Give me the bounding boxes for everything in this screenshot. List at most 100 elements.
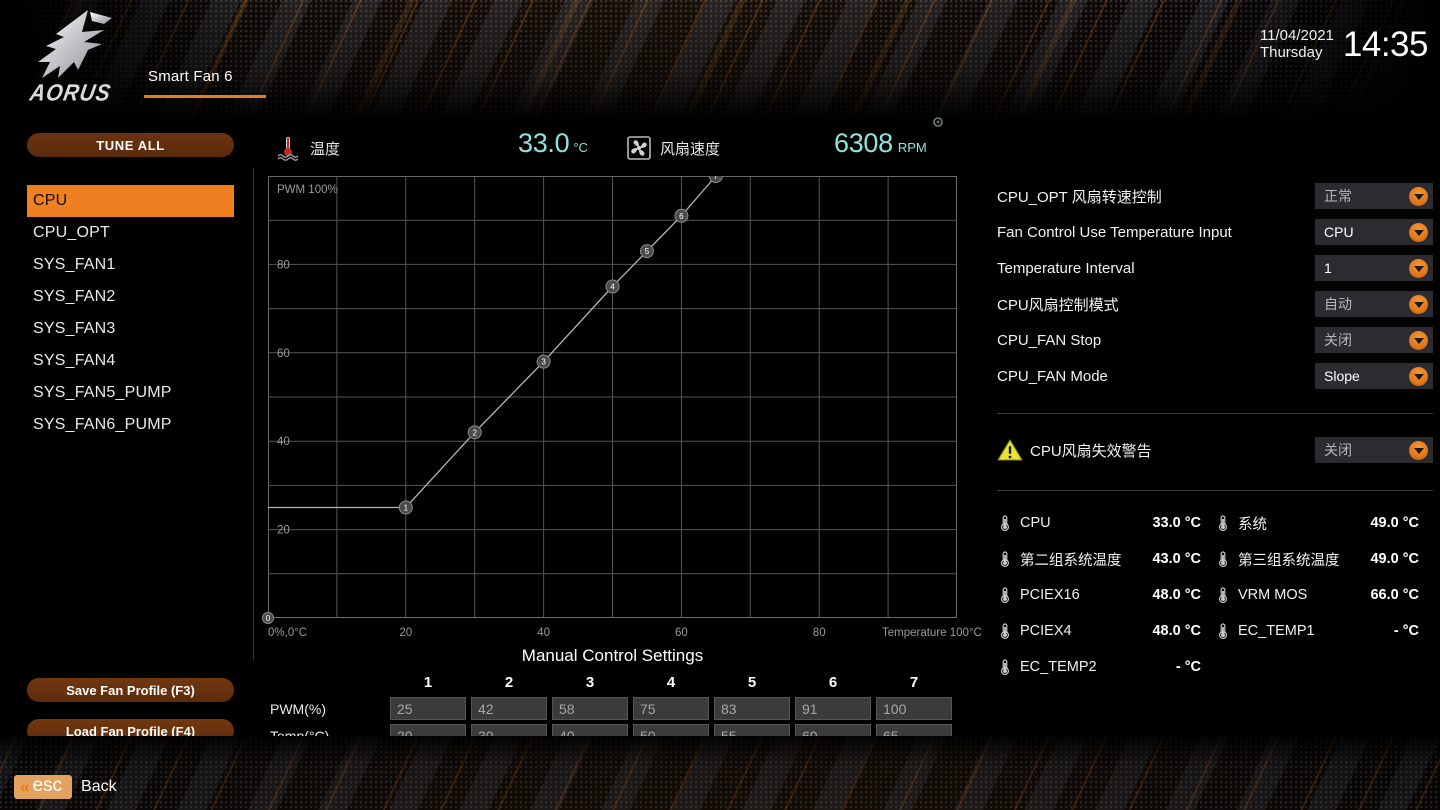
sensor-name: EC_TEMP1 [1238,623,1315,639]
curve-point-label: 4 [610,283,615,292]
fan-speed-value: 6308 [834,128,893,158]
column-header-1: 1 [423,674,433,691]
chevron-down-icon[interactable] [1409,222,1428,242]
setting-row-cpu-fan-stop[interactable]: CPU_FAN Stop 关闭 [997,322,1433,358]
chevron-down-icon[interactable] [1409,440,1428,460]
thermometer-small-icon [1000,587,1010,604]
dropdown-cpu-fan-mode[interactable]: Slope [1315,363,1433,389]
manual-control-title: Manual Control Settings [521,646,704,665]
chart-y-tick: 80 [277,259,290,271]
clock-widget: 11/04/2021 Thursday 14:35 [1259,26,1429,62]
fan-curve-chart[interactable]: 1 2 3 4 5 6 7 PWM 100% 20 40 60 80 0%,0°C 20 40 60 8… [262,176,982,639]
fan-speed-label: 风扇速度 [660,140,721,158]
column-header-7: 7 [909,674,919,691]
sidebar-item-sys-fan3[interactable]: SYS_FAN3 [27,313,234,345]
thermometer-small-icon [1000,551,1010,568]
setting-row-fan-fail-warning[interactable]: CPU风扇失效警告 关闭 [997,430,1433,470]
sidebar-item-cpu[interactable]: CPU [27,185,234,217]
setting-row-cpu-fan-mode[interactable]: CPU_FAN Mode Slope [997,358,1433,394]
pwm-input-6[interactable]: 91 [795,697,871,720]
sidebar-item-cpu-opt[interactable]: CPU_OPT [27,217,234,249]
sensor-system-3: 第三组系统温度 49.0 °C [1215,541,1433,577]
chevron-down-icon[interactable] [1409,186,1428,206]
thermometer-small-icon [1218,623,1228,640]
tab-active-underline [144,95,266,98]
pwm-input-1[interactable]: 25 [390,697,466,720]
sidebar-item-sys-fan4[interactable]: SYS_FAN4 [27,345,234,377]
chevron-down-icon[interactable] [1409,294,1428,314]
dropdown-value-temperature-interval: 1 [1324,260,1332,276]
curve-point-label: 2 [472,428,477,437]
sensor-name: EC_TEMP2 [1020,659,1097,675]
settings-panel: CPU_OPT 风扇转速控制 正常 Fan Control Use Temper… [997,178,1433,685]
chevron-down-icon[interactable] [1409,258,1428,278]
setting-label-cpu-fan-stop: CPU_FAN Stop [997,331,1102,349]
tune-all-button[interactable]: TUNE ALL [27,133,234,157]
column-header-5: 5 [747,674,757,691]
setting-row-temp-input[interactable]: Fan Control Use Temperature Input CPU [997,214,1433,250]
sensor-ec-temp1: EC_TEMP1 - °C [1215,613,1433,649]
sensor-value: 43.0 °C [1152,551,1201,567]
setting-label-temp-input: Fan Control Use Temperature Input [997,223,1232,241]
setting-label-temperature-interval: Temperature Interval [997,259,1135,277]
dropdown-temp-input[interactable]: CPU [1315,219,1433,245]
dropdown-value-cpu-fan-control-mode: 自动 [1324,296,1352,312]
esc-key-pill[interactable]: « esc [14,775,73,799]
sensor-pciex16: PCIEX16 48.0 °C [997,577,1215,613]
fan-speed-value-group: 6308 RPM [834,117,944,168]
pwm-row-label: PWM(%) [270,700,326,717]
tab-smart-fan-6[interactable]: Smart Fan 6 [148,68,233,85]
pwm-input-4[interactable]: 75 [633,697,709,720]
esc-back-button[interactable]: « esc Back [14,775,117,799]
sensor-name: 第三组系统温度 [1238,552,1340,569]
chart-y-tick: 20 [277,525,290,537]
chevron-down-icon[interactable] [1409,330,1428,350]
sensor-ec-temp2: EC_TEMP2 - °C [997,649,1215,685]
sidebar-item-sys-fan6-pump[interactable]: SYS_FAN6_PUMP [27,409,234,441]
sensor-value: - °C [1393,623,1419,639]
chart-y-tick: 60 [277,348,290,360]
curve-point-label: 5 [645,247,650,256]
sensor-vrm-mos: VRM MOS 66.0 °C [1215,577,1433,613]
dropdown-fan-fail-warning[interactable]: 关闭 [1315,437,1433,463]
dropdown-value-cpu-fan-stop: 关闭 [1324,332,1352,348]
save-fan-profile-button[interactable]: Save Fan Profile (F3) [27,678,234,702]
dropdown-temperature-interval[interactable]: 1 [1315,255,1433,281]
pwm-input-3[interactable]: 58 [552,697,628,720]
pwm-input-7[interactable]: 100 [876,697,952,720]
chart-y-tick: 40 [277,436,290,448]
curve-point-label: 3 [541,358,546,367]
pwm-input-5[interactable]: 83 [714,697,790,720]
curve-point-label: 6 [679,212,684,221]
dropdown-cpu-opt-speed-control[interactable]: 正常 [1315,183,1433,209]
sidebar-item-sys-fan5-pump[interactable]: SYS_FAN5_PUMP [27,377,234,409]
curve-point-label: 7 [714,176,719,181]
dropdown-cpu-fan-control-mode[interactable]: 自动 [1315,291,1433,317]
sensor-value: 49.0 °C [1370,551,1419,567]
temperature-value: 33.0 [518,128,570,158]
chart-x-tick: 40 [537,627,550,639]
manual-control-header-row: 1 2 3 4 5 6 7 [268,670,957,695]
header-bar [0,0,1440,118]
thermometer-small-icon [1218,551,1228,568]
chart-x-tick: 80 [813,627,826,639]
fan-speed-unit: RPM [897,140,927,155]
setting-row-cpu-fan-control-mode[interactable]: CPU风扇控制模式 自动 [997,286,1433,322]
setting-row-cpu-opt-speed-control[interactable]: CPU_OPT 风扇转速控制 正常 [997,178,1433,214]
dropdown-cpu-fan-stop[interactable]: 关闭 [1315,327,1433,353]
back-label: Back [81,778,117,796]
chevron-down-icon[interactable] [1409,366,1428,386]
pwm-input-2[interactable]: 42 [471,697,547,720]
sidebar-item-sys-fan1[interactable]: SYS_FAN1 [27,249,234,281]
sensor-name: 系统 [1238,516,1267,533]
setting-row-temperature-interval[interactable]: Temperature Interval 1 [997,250,1433,286]
dropdown-value-cpu-fan-mode: Slope [1324,368,1360,384]
setting-label-cpu-fan-control-mode: CPU风扇控制模式 [997,296,1119,314]
chart-y-axis-title: PWM 100% [277,184,338,196]
clock-date: 11/04/2021 [1259,26,1334,44]
sensor-value: 66.0 °C [1370,587,1419,603]
sidebar-item-sys-fan2[interactable]: SYS_FAN2 [27,281,234,313]
fan-curve-plot[interactable]: 1 2 3 4 5 6 7 PWM 100% 20 40 60 80 [268,176,957,618]
column-header-4: 4 [666,674,676,691]
curve-point-label: 1 [404,504,409,513]
